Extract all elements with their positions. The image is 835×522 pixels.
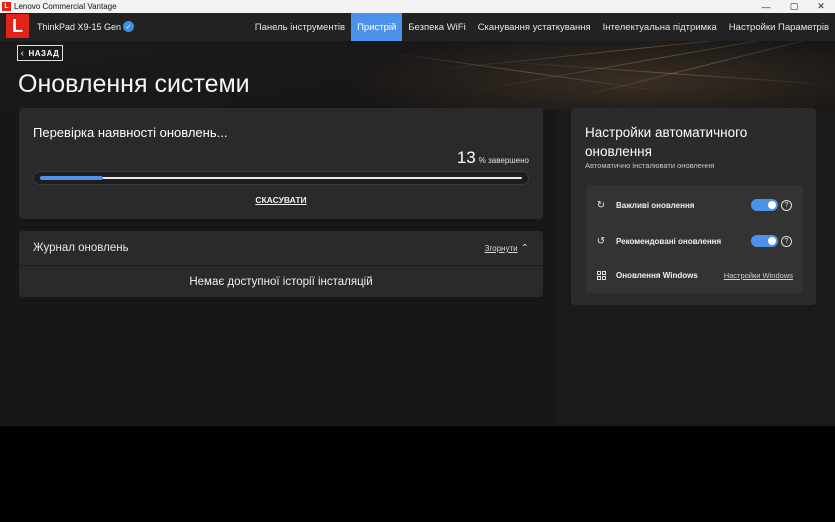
critical-updates-toggle[interactable] [751, 199, 778, 211]
windows-icon [595, 269, 607, 281]
back-button[interactable]: ‹ НАЗАД [17, 45, 63, 61]
auto-update-subtitle: Автоматично інсталювати оновлення [585, 161, 715, 170]
update-check-title: Перевірка наявності оновлень... [33, 125, 228, 140]
nav-settings[interactable]: Настройки Параметрів [723, 13, 835, 41]
nav-hardware-scan[interactable]: Сканування устаткування [472, 13, 597, 41]
page-footer-area [0, 426, 835, 522]
windows-updates-row: Оновлення Windows Настройки Windows [586, 265, 803, 285]
window-title: Lenovo Commercial Vantage [14, 2, 117, 11]
checkmark-badge-icon: ✓ [123, 21, 134, 32]
update-history-card: Журнал оновлень Згорнути ⌃ Немає доступн… [19, 231, 543, 297]
collapse-button[interactable]: Згорнути ⌃ [485, 243, 529, 254]
update-check-card: Перевірка наявності оновлень... 13 % зав… [19, 108, 543, 219]
close-button[interactable]: ✕ [807, 0, 835, 13]
app-logo-icon: L [2, 2, 11, 11]
window-title-bar: L Lenovo Commercial Vantage — ▢ ✕ [0, 0, 835, 13]
collapse-label: Згорнути [484, 244, 518, 253]
back-button-label: НАЗАД [28, 48, 60, 58]
progress-percent: 13 % завершено [457, 148, 529, 168]
divider [19, 265, 543, 266]
main-nav: Панель інструментів Пристрій Безпека WiF… [249, 13, 835, 41]
app-header: L ThinkPad X9-15 Gen 1 ✓ Панель інструме… [0, 13, 835, 41]
auto-update-card: Настройки автоматичного оновлення Автома… [571, 108, 816, 305]
lenovo-logo[interactable]: L [6, 14, 29, 38]
device-name: ThinkPad X9-15 Gen 1 [37, 22, 129, 32]
update-history-title: Журнал оновлень [33, 242, 129, 254]
recommended-updates-toggle[interactable] [751, 235, 778, 247]
nav-smart-assist[interactable]: Інтелектуальна підтримка [597, 13, 723, 41]
windows-updates-label: Оновлення Windows [616, 270, 698, 280]
auto-update-title: Настройки автоматичного оновлення [585, 125, 748, 159]
help-icon[interactable]: ? [781, 199, 792, 211]
nav-dashboard[interactable]: Панель інструментів [249, 13, 351, 41]
critical-updates-row: ↻ Важливі оновлення ? [586, 195, 803, 215]
progress-percent-value: 13 [456, 148, 476, 167]
sync-check-icon: ↺ [596, 235, 606, 247]
recommended-updates-row: ↺ Рекомендовані оновлення ? [586, 231, 803, 251]
progress-fill [40, 176, 103, 180]
chevron-left-icon: ‹ [20, 47, 25, 59]
cancel-button[interactable]: СКАСУВАТИ [255, 195, 306, 205]
minimize-button[interactable]: — [752, 0, 780, 13]
history-empty-text: Немає доступної історії інсталяцій [189, 276, 373, 288]
recommended-updates-label: Рекомендовані оновлення [616, 236, 722, 246]
progress-percent-label: % завершено [478, 156, 529, 165]
chevron-up-icon: ⌃ [520, 243, 529, 254]
help-icon[interactable]: ? [781, 235, 792, 247]
auto-update-settings-panel: ↻ Важливі оновлення ? ↺ Рекомендовані он… [586, 185, 803, 293]
progress-bar [33, 171, 529, 185]
windows-settings-link[interactable]: Настройки Windows [724, 271, 793, 280]
nav-wifi-security[interactable]: Безпека WiFi [402, 13, 471, 41]
critical-updates-label: Важливі оновлення [616, 200, 695, 210]
progress-track [40, 177, 522, 179]
cancel-button-wrap: СКАСУВАТИ [19, 195, 543, 205]
sync-icon: ↻ [596, 199, 606, 211]
maximize-button[interactable]: ▢ [780, 0, 808, 13]
page-title: Оновлення системи [18, 70, 250, 98]
nav-device[interactable]: Пристрій [351, 13, 403, 41]
